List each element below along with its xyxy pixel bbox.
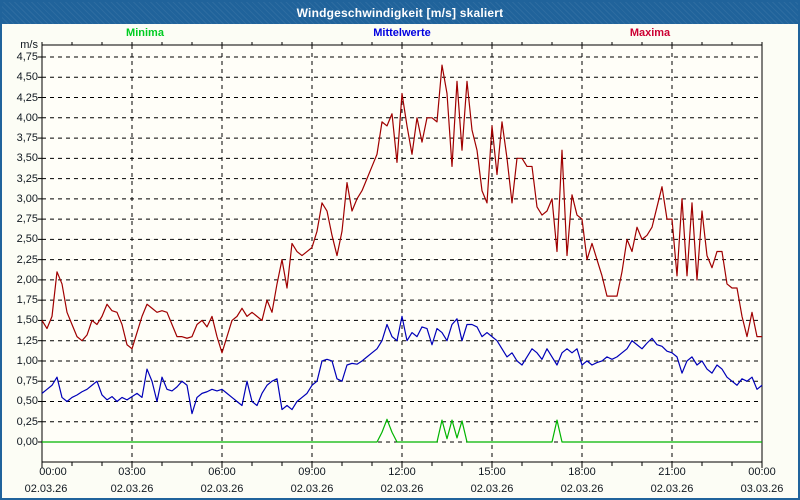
y-tick-label: 3,50 — [16, 152, 38, 165]
wind-speed-chart — [38, 42, 763, 468]
x-tick-date-label: 02.03.26 — [290, 483, 334, 495]
x-tick-date-label: 02.03.26 — [24, 483, 68, 495]
y-tick-label: 0,25 — [16, 415, 38, 428]
y-tick-label: 1,50 — [16, 314, 38, 327]
y-tick-label: 4,50 — [16, 71, 38, 84]
y-tick-label: 4,00 — [16, 111, 38, 124]
x-tick-date-label: 02.03.26 — [470, 483, 514, 495]
x-tick-date-label: 03.03.26 — [740, 483, 784, 495]
x-tick-time-label: 18:00 — [568, 466, 596, 478]
x-tick-time-label: 12:00 — [388, 466, 416, 478]
x-tick-time-label: 00:00 — [39, 466, 67, 478]
x-tick-time-label: 21:00 — [658, 466, 686, 478]
x-tick-date-label: 02.03.26 — [380, 483, 424, 495]
y-tick-label: 3,25 — [16, 172, 38, 185]
app-window: Windgeschwindigkeit [m/s] skaliert Minim… — [0, 0, 800, 500]
y-tick-label: 0,00 — [16, 436, 38, 448]
x-tick-time-label: 09:00 — [298, 466, 326, 478]
x-tick-date-label: 02.03.26 — [110, 483, 154, 495]
y-tick-label: 1,00 — [16, 354, 38, 367]
x-tick-time-label: 00:00 — [748, 466, 776, 478]
y-tick-label: 2,50 — [16, 233, 38, 246]
y-tick-label: 0,75 — [16, 375, 38, 388]
x-tick-time-label: 15:00 — [478, 466, 506, 478]
y-tick-label: 4,25 — [16, 91, 38, 104]
y-tick-label: 2,75 — [16, 213, 38, 226]
y-tick-label: 1,25 — [16, 334, 38, 347]
x-tick-time-label: 06:00 — [208, 466, 236, 478]
x-tick-time-label: 03:00 — [118, 466, 146, 478]
y-tick-label: 1,75 — [16, 294, 38, 307]
x-tick-date-label: 02.03.26 — [650, 483, 694, 495]
y-tick-label: 2,00 — [16, 273, 38, 286]
y-tick-label: 3,75 — [16, 132, 38, 145]
y-tick-label: 2,25 — [16, 253, 38, 266]
x-tick-date-label: 02.03.26 — [560, 483, 604, 495]
y-tick-label: 0,50 — [16, 395, 38, 408]
y-tick-label: 3,00 — [16, 192, 38, 205]
x-tick-date-label: 02.03.26 — [200, 483, 244, 495]
y-tick-label: 4,75 — [16, 51, 38, 63]
